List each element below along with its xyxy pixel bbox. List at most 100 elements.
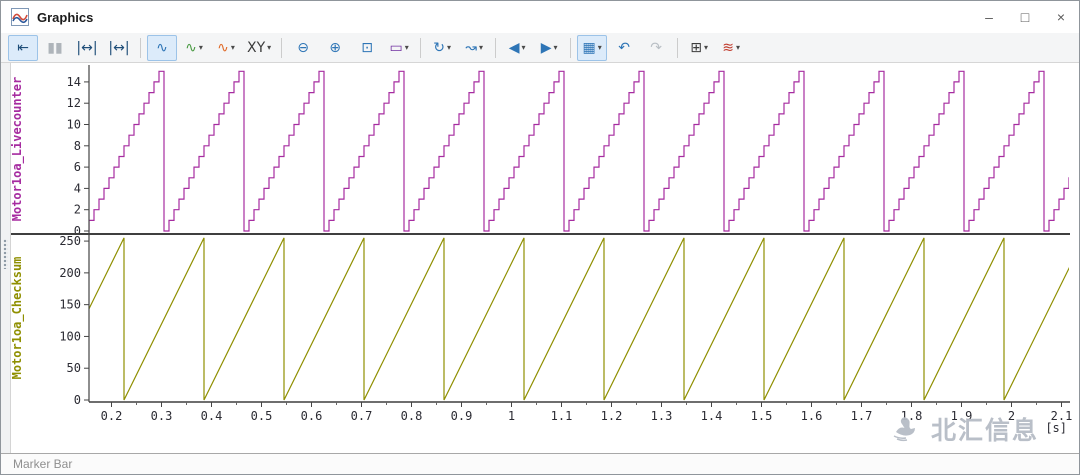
zoom-window-button[interactable]: ⊡ — [352, 35, 382, 61]
marker-mode-icon: ⇤ — [17, 39, 29, 56]
x-tick-label: 1.6 — [801, 409, 823, 423]
status-bar: Marker Bar — [1, 453, 1079, 474]
undo-icon: ↶ — [618, 39, 631, 56]
toolbar-separator — [495, 37, 497, 58]
marker-mode-button[interactable]: ⇤ — [8, 34, 38, 61]
display-signals-icon: ∿ — [156, 39, 168, 56]
x-tick-label: 1.2 — [601, 409, 623, 423]
toolbar-separator — [140, 37, 141, 58]
zoom-in-button[interactable]: ⊕ — [320, 35, 350, 61]
dropdown-caret-icon: ▾ — [736, 43, 741, 52]
dropdown-caret-icon: ▾ — [553, 43, 558, 52]
y-axis-title-Motor1oa_Livecounter: Motor1oa_Livecounter — [10, 77, 25, 222]
fit-value-axis-button[interactable]: |↔| — [104, 35, 134, 61]
pause-button[interactable]: ▮▮ — [40, 35, 70, 61]
toolbar-separator — [281, 37, 283, 58]
x-tick-label: 0.2 — [101, 409, 123, 423]
undo-button[interactable]: ↶ — [609, 35, 639, 61]
y-tick-label: 200 — [59, 266, 81, 280]
close-button[interactable]: × — [1043, 1, 1079, 33]
window-title: Graphics — [37, 9, 94, 25]
interpolation-mode-button[interactable]: ∿ ▾ — [211, 35, 241, 61]
zoom-out-button[interactable]: ⊖ — [288, 35, 318, 61]
title-bar[interactable]: Graphics – □ × — [1, 1, 1079, 34]
redo-button[interactable]: ↷ — [641, 35, 671, 61]
goto-sample-icon: ↝ — [465, 39, 478, 56]
signal-style-button[interactable]: ∿ ▾ — [179, 35, 209, 61]
y-tick-label: 250 — [59, 234, 81, 248]
signal-trace-Motor1oa_Livecounter — [89, 70, 1069, 232]
xy-mode-icon: XY — [247, 39, 266, 56]
x-tick-label: 0.9 — [451, 409, 473, 423]
vertical-splitter[interactable] — [1, 63, 11, 453]
color-options-icon: ▦ — [582, 39, 596, 56]
y-tick-label: 10 — [67, 118, 81, 132]
pause-icon: ▮▮ — [47, 39, 63, 56]
color-options-button[interactable]: ▦ ▾ — [577, 34, 608, 61]
y-tick-label: 12 — [67, 96, 81, 110]
x-tick-label: 1.8 — [901, 409, 923, 423]
dropdown-caret-icon: ▾ — [404, 43, 409, 52]
dropdown-caret-icon: ▾ — [447, 43, 452, 52]
x-tick-label: 0.4 — [201, 409, 223, 423]
dropdown-caret-icon: ▾ — [267, 43, 272, 52]
xy-mode-button[interactable]: XY ▾ — [243, 35, 275, 61]
y-tick-label: 14 — [67, 75, 81, 89]
display-signals-button[interactable]: ∿ — [147, 34, 177, 61]
minimize-button[interactable]: – — [971, 1, 1007, 33]
next-event-button[interactable]: ▶ ▾ — [534, 35, 564, 61]
y-tick-label: 4 — [74, 181, 81, 195]
graphics-app-icon — [11, 8, 29, 26]
x-tick-label: 0.5 — [251, 409, 273, 423]
marker-bar-label: Marker Bar — [13, 457, 73, 471]
x-tick-label: 1.7 — [851, 409, 873, 423]
x-axis-unit-label: [s] — [1045, 421, 1067, 435]
y-axis-title-Motor1oa_Checksum: Motor1oa_Checksum — [10, 257, 25, 380]
x-tick-label: 1.9 — [951, 409, 973, 423]
dropdown-caret-icon: ▾ — [521, 43, 526, 52]
x-tick-label: 1.5 — [751, 409, 773, 423]
y-tick-label: 8 — [74, 139, 81, 153]
toolbar-separator — [420, 37, 422, 58]
y-tick-label: 100 — [59, 329, 81, 343]
fit-time-axis-button[interactable]: |↔| — [72, 35, 102, 61]
next-event-icon: ▶ — [540, 39, 552, 56]
maximize-button[interactable]: □ — [1007, 1, 1043, 33]
interpolation-mode-icon: ∿ — [217, 39, 229, 56]
toolbar-separator — [677, 37, 679, 58]
toolbar-separator — [570, 37, 572, 58]
signal-list-icon: ≋ — [722, 39, 735, 56]
x-tick-label: 1 — [508, 409, 515, 423]
x-tick-label: 1.3 — [651, 409, 673, 423]
fit-time-axis-icon: |↔| — [76, 39, 98, 56]
plot-area: 0 2 4 6 8 10 12 14 Motor1oa_Livecounter 0 50 100 150… — [1, 63, 1080, 453]
sync-update-button[interactable]: ↻ ▾ — [427, 35, 457, 61]
x-tick-label: 0.6 — [301, 409, 323, 423]
dropdown-caret-icon: ▾ — [230, 43, 235, 52]
select-rectangle-button[interactable]: ▭ ▾ — [384, 35, 414, 61]
x-tick-label: 0.7 — [351, 409, 373, 423]
y-tick-label: 50 — [67, 361, 81, 375]
x-tick-label: 0.8 — [401, 409, 423, 423]
fit-value-axis-icon: |↔| — [108, 39, 130, 56]
dropdown-caret-icon: ▾ — [479, 43, 484, 52]
chart-canvas[interactable]: 02468101214Motor1oa_Livecounter050100150… — [1, 63, 1080, 453]
signal-style-icon: ∿ — [185, 39, 197, 56]
y-tick-label: 150 — [59, 298, 81, 312]
axis-configuration-button[interactable]: ⊞ ▾ — [684, 35, 714, 61]
signal-list-button[interactable]: ≋ ▾ — [716, 35, 746, 61]
signal-trace-Motor1oa_Checksum — [89, 237, 1069, 401]
zoom-window-icon: ⊡ — [361, 39, 374, 56]
y-tick-label: 6 — [74, 160, 81, 174]
goto-sample-button[interactable]: ↝ ▾ — [459, 35, 489, 61]
y-tick-label: 0 — [74, 393, 81, 407]
previous-event-icon: ◀ — [508, 39, 520, 56]
toolbar: ⇤ ▮▮ |↔| |↔| ∿ ∿ ▾ ∿ ▾ XY ▾ ⊖ ⊕ ⊡ ▭ ▾ ↻ ▾ ↝ ▾ ◀ ▾ ▶ ▾ ▦ ▾ ↶ ↷ ⊞ ▾ ≋ ▾ — [1, 33, 1079, 63]
splitter-grip-icon[interactable] — [3, 239, 8, 269]
sync-update-icon: ↻ — [433, 39, 446, 56]
y-tick-label: 2 — [74, 203, 81, 217]
select-rectangle-icon: ▭ — [389, 39, 403, 56]
x-tick-label: 0.3 — [151, 409, 173, 423]
dropdown-caret-icon: ▾ — [704, 43, 709, 52]
previous-event-button[interactable]: ◀ ▾ — [502, 35, 532, 61]
